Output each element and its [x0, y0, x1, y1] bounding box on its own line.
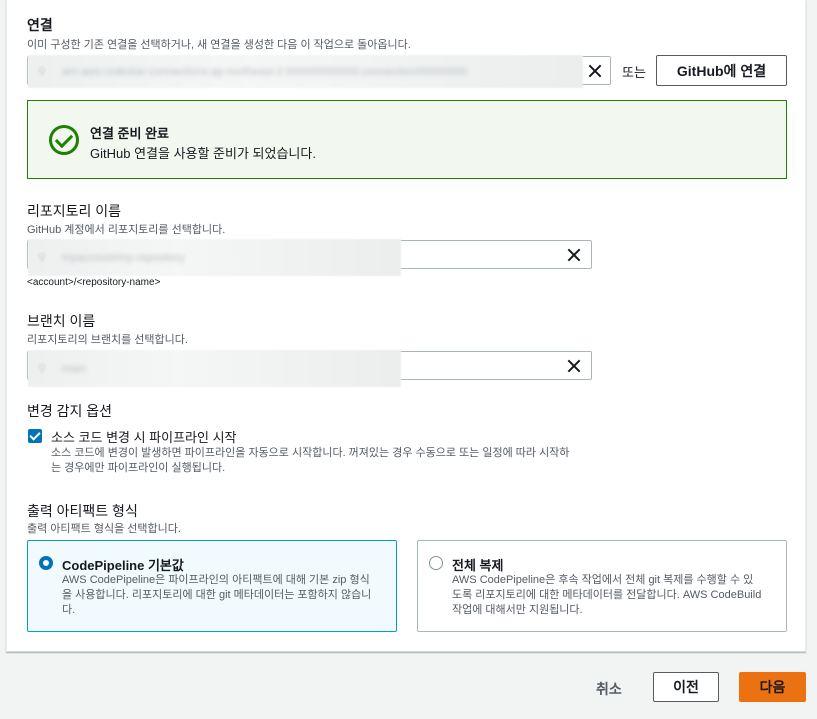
branch-value-blur: main [62, 362, 86, 375]
branch-input[interactable]: ⚲ main [27, 350, 592, 387]
cancel-button[interactable]: 취소 [596, 679, 622, 699]
option-desc-3: 다. [62, 604, 76, 616]
source-settings-panel: 연결 이미 구성한 기존 연결을 선택하거나, 새 연결을 생성한 다음 이 작… [6, 0, 806, 652]
search-icon: ⚲ [38, 66, 47, 78]
connection-value-blur: arn:aws:codestar-connections:ap-northeas… [62, 65, 468, 78]
alert-message: GitHub 연결을 사용할 준비가 되었습니다. [90, 146, 316, 161]
repository-description: GitHub 계정에서 리포지토리를 선택합니다. [27, 224, 226, 236]
artifact-format-description: 출력 아티팩트 형식을 선택합니다. [27, 523, 181, 535]
repository-label: 리포지토리 이름 [27, 203, 122, 219]
artifact-option-codepipeline-default[interactable]: CodePipeline 기본값 AWS CodePipeline은 파이프라인… [27, 540, 397, 632]
clear-icon[interactable] [567, 359, 581, 373]
success-check-icon [49, 125, 79, 155]
or-text: 또는 [622, 65, 646, 80]
connection-description: 이미 구성한 기존 연결을 선택하거나, 새 연결을 생성한 다음 이 작업으로… [27, 39, 411, 51]
option-desc-3: 작업에 대해서만 지원됩니다. [452, 604, 583, 616]
repository-hint: <account>/<repository-name> [27, 277, 161, 288]
connection-label: 연결 [27, 17, 53, 33]
clear-icon[interactable] [588, 64, 602, 78]
option-title: 전체 복제 [452, 558, 504, 573]
connection-ready-alert: 연결 준비 완료 GitHub 연결을 사용할 준비가 되었습니다. [27, 100, 787, 179]
connection-input[interactable]: ⚲ arn:aws:codestar-connections:ap-northe… [27, 55, 611, 88]
option-desc-2: 도록 리포지토리에 대한 메타데이터를 전달합니다. AWS CodeBuild [452, 589, 762, 601]
option-desc-1: AWS CodePipeline은 후속 작업에서 전체 git 복제를 수행할… [452, 574, 754, 586]
branch-label: 브랜치 이름 [27, 313, 96, 329]
connect-github-button[interactable]: GitHub에 연결 [656, 55, 787, 86]
repository-value-redacted: ⚲ myaccount/my-repository [28, 239, 401, 276]
previous-button[interactable]: 이전 [653, 672, 719, 702]
start-pipeline-desc-2: 는 경우에만 파이프라인이 실행됩니다. [51, 462, 226, 474]
connection-value-redacted: ⚲ arn:aws:codestar-connections:ap-northe… [28, 55, 583, 88]
clear-icon[interactable] [567, 248, 581, 262]
option-desc-1: AWS CodePipeline은 파이프라인의 아티팩트에 대해 기본 zip… [62, 574, 370, 586]
repository-value-blur: myaccount/my-repository [62, 251, 185, 264]
search-icon: ⚲ [38, 252, 47, 264]
artifact-format-label: 출력 아티팩트 형식 [27, 503, 138, 519]
alert-title: 연결 준비 완료 [90, 126, 169, 141]
start-pipeline-label[interactable]: 소스 코드 변경 시 파이프라인 시작 [51, 427, 237, 446]
branch-value-redacted: ⚲ main [28, 350, 401, 387]
radio-unselected[interactable] [429, 556, 443, 570]
start-pipeline-desc-1: 소스 코드에 변경이 발생하면 파이프라인을 자동으로 시작합니다. 꺼져있는 … [51, 447, 570, 459]
radio-selected[interactable] [39, 556, 53, 570]
next-button[interactable]: 다음 [739, 672, 806, 702]
change-detection-label: 변경 감지 옵션 [27, 403, 113, 419]
artifact-option-full-clone[interactable]: 전체 복제 AWS CodePipeline은 후속 작업에서 전체 git 복… [417, 540, 787, 632]
branch-description: 리포지토리의 브랜치를 선택합니다. [27, 334, 188, 346]
search-icon: ⚲ [38, 363, 47, 375]
repository-input[interactable]: ⚲ myaccount/my-repository [27, 239, 592, 276]
start-pipeline-checkbox[interactable] [28, 429, 42, 443]
option-desc-2: 을 사용합니다. 리포지토리에 대한 git 메타데이터는 포함하지 않습니 [62, 589, 372, 601]
option-title: CodePipeline 기본값 [62, 558, 184, 573]
